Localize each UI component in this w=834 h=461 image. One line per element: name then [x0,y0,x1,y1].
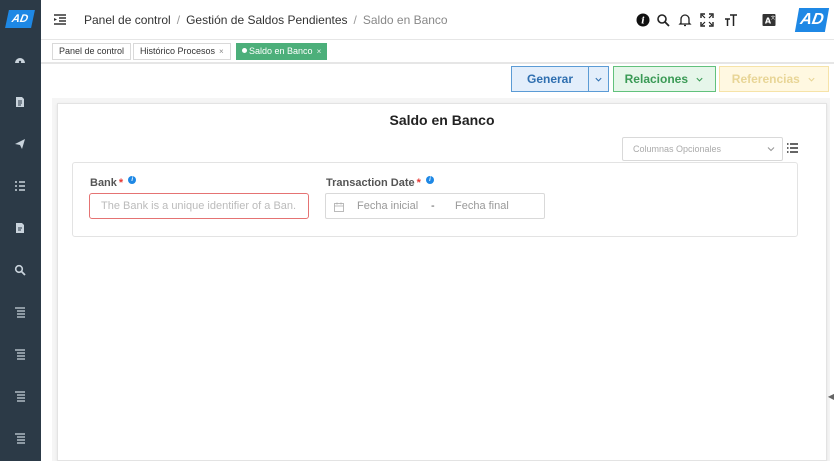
sidebar: AD [0,0,41,461]
bank-label: Bank * i [90,176,137,189]
chevron-down-icon [808,77,815,82]
translate-icon[interactable]: A文 [761,12,777,28]
calendar-icon [334,202,344,212]
bank-label-text: Bank [90,177,117,189]
column-list-icon[interactable] [786,142,798,154]
info-icon[interactable]: i [635,12,651,28]
svg-text:i: i [641,17,645,27]
font-size-icon[interactable] [723,12,739,28]
fullscreen-icon[interactable] [699,12,715,28]
generar-button[interactable]: Generar [511,66,589,92]
info-icon[interactable]: i [128,176,137,184]
bank-field[interactable]: The Bank is a unique identifier of a Ban… [89,193,309,219]
generar-dropdown-button[interactable] [588,66,609,92]
menu-toggle-icon[interactable] [53,13,67,27]
tab-label: Histórico Procesos [140,46,216,56]
tree-list-icon[interactable] [13,431,27,445]
tab-label: Panel de control [59,46,125,56]
info-icon[interactable]: i [425,176,434,184]
breadcrumb-item-panel[interactable]: Panel de control [84,13,171,27]
breadcrumb-current: Saldo en Banco [362,13,448,27]
chevron-down-icon [696,77,703,82]
send-icon[interactable] [13,137,27,151]
tab-panel-de-control[interactable]: Panel de control [52,43,132,60]
svg-text:文: 文 [771,14,776,21]
bell-icon[interactable] [677,12,693,28]
tab-close-icon[interactable]: × [317,47,322,56]
breadcrumb-item-gestion[interactable]: Gestión de Saldos Pendientes [186,13,347,27]
transaction-date-label: Transaction Date * i [326,176,434,189]
relaciones-label: Relaciones [624,72,689,86]
breadcrumb-separator: / [353,13,357,27]
required-mark: * [118,177,124,189]
relaciones-button[interactable]: Relaciones [613,66,716,92]
end-date-input[interactable]: Fecha final [455,194,509,218]
optional-columns-select[interactable]: Columnas Opcionales [622,137,783,161]
bank-placeholder: The Bank is a unique identifier of a Ban… [101,200,297,212]
tab-close-icon[interactable]: × [219,47,224,56]
tree-list-icon[interactable] [13,347,27,361]
tab-bar: Panel de control Histórico Procesos × Sal… [41,40,834,64]
user-avatar[interactable]: AD [794,8,830,32]
report-icon[interactable] [13,221,27,235]
document-icon[interactable] [13,95,27,109]
tree-list-icon[interactable] [13,305,27,319]
breadcrumb: Panel de control / Gestión de Saldos Pendi… [84,13,448,27]
search-icon[interactable] [13,263,27,277]
referencias-button[interactable]: Referencias [719,66,829,92]
list-icon[interactable] [13,179,27,193]
page-title: Saldo en Banco [389,112,495,128]
active-dot-icon [242,48,247,53]
app-logo[interactable]: AD [5,10,35,28]
search-icon[interactable] [655,12,671,28]
tree-list-icon[interactable] [13,389,27,403]
transaction-date-label-text: Transaction Date [326,177,415,189]
optional-columns-placeholder: Columnas Opcionales [633,144,722,154]
date-range-separator: - [431,200,435,212]
tab-label: Saldo en Banco [249,46,313,56]
required-mark: * [416,177,421,189]
start-date-input[interactable]: Fecha inicial [357,194,418,218]
collapse-arrow-icon[interactable]: ◀ [828,392,834,401]
breadcrumb-separator: / [176,13,181,27]
transaction-date-range[interactable]: Fecha inicial - Fecha final [325,193,545,219]
tab-historico-procesos[interactable]: Histórico Procesos × [133,43,231,60]
chevron-down-icon [595,77,602,82]
dashboard-icon[interactable] [13,53,27,67]
tab-saldo-en-banco[interactable]: Saldo en Banco × [236,43,328,60]
top-header: Panel de control / Gestión de Saldos Pendi… [41,0,834,40]
report-panel: Saldo en Banco Columnas Opcionales Bank *… [57,103,827,461]
referencias-label: Referencias [731,72,800,86]
parameters-box: Bank * i The Bank is a unique identifier o… [72,162,798,237]
chevron-down-icon [767,147,775,152]
